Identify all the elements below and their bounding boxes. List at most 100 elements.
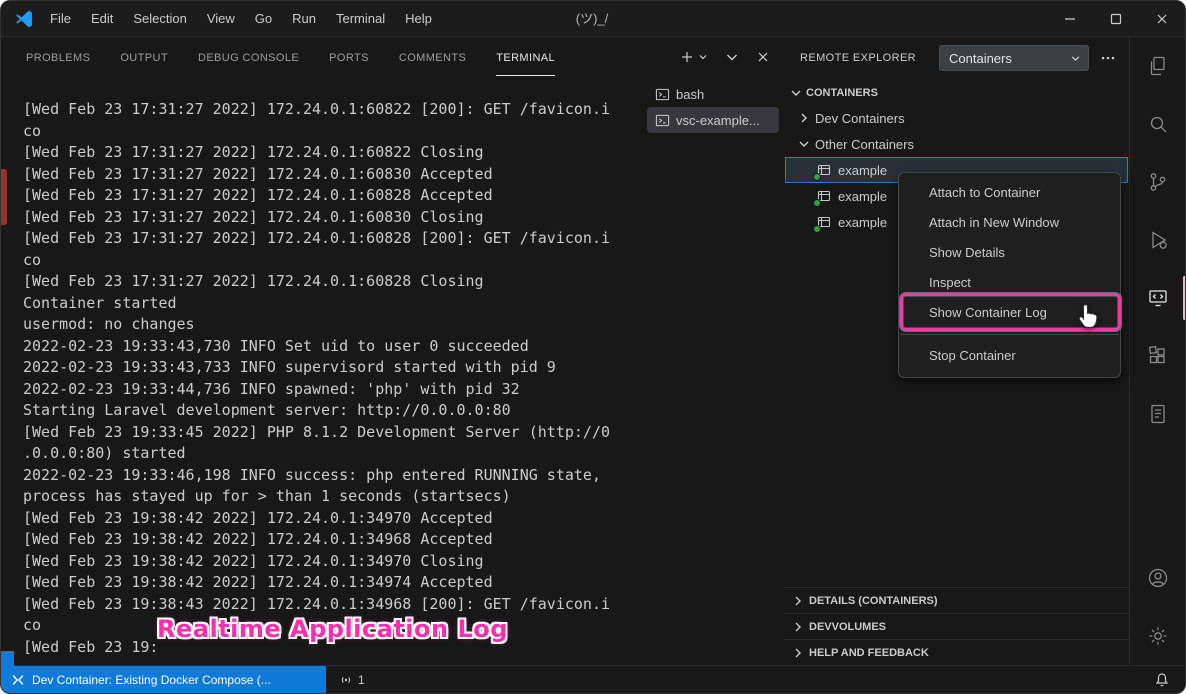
terminal-tab-vsc-example[interactable]: vsc-example... xyxy=(647,107,779,133)
source-control-icon[interactable] xyxy=(1130,153,1186,211)
window-title: (ツ)_/ xyxy=(576,1,609,37)
section-help-and-feedback[interactable]: HELP AND FEEDBACK xyxy=(784,639,1129,665)
tab-terminal[interactable]: TERMINAL xyxy=(496,39,555,76)
chevron-right-icon xyxy=(790,593,806,609)
activity-bar xyxy=(1129,37,1185,665)
container-icon xyxy=(816,188,832,204)
section-containers[interactable]: CONTAINERS xyxy=(784,81,1129,105)
menu-item-stop-container[interactable]: Stop Container xyxy=(899,341,1120,371)
running-dot-icon xyxy=(813,225,821,233)
vscode-logo-icon xyxy=(14,9,34,29)
terminal-panel: PROBLEMS OUTPUT DEBUG CONSOLE PORTS COMM… xyxy=(1,37,786,665)
running-dot-icon xyxy=(813,173,821,181)
menu-item-attach-to-container[interactable]: Attach to Container xyxy=(899,178,1120,208)
report-icon[interactable] xyxy=(1130,385,1186,443)
tab-ports[interactable]: PORTS xyxy=(329,39,369,76)
maximize-button[interactable] xyxy=(1093,1,1139,36)
tree-item-other-containers[interactable]: Other Containers xyxy=(784,131,1129,157)
container-icon xyxy=(816,214,832,230)
bottom-left-blue-marker xyxy=(1,651,14,667)
container-name: example xyxy=(838,163,887,178)
terminal-tab-label: vsc-example... xyxy=(676,113,760,128)
ports-indicator[interactable]: 1 xyxy=(339,673,365,687)
left-edge-red-marker xyxy=(1,169,7,225)
settings-gear-icon[interactable] xyxy=(1130,607,1186,665)
explorer-icon[interactable] xyxy=(1130,37,1186,95)
menu-file[interactable]: File xyxy=(40,1,81,37)
panel-chevron-down-icon xyxy=(724,49,740,65)
scope-select-value: Containers xyxy=(949,51,1012,66)
close-icon xyxy=(1154,11,1170,27)
menu-help[interactable]: Help xyxy=(395,1,442,37)
panel-header: PROBLEMS OUTPUT DEBUG CONSOLE PORTS COMM… xyxy=(1,37,785,77)
extensions-icon[interactable] xyxy=(1130,327,1186,385)
tab-problems[interactable]: PROBLEMS xyxy=(26,39,90,76)
menu-selection[interactable]: Selection xyxy=(123,1,196,37)
section-label: DEVVOLUMES xyxy=(809,621,886,633)
ports-count: 1 xyxy=(358,673,365,687)
menu-view[interactable]: View xyxy=(197,1,245,37)
bell-icon xyxy=(1154,672,1170,688)
container-icon xyxy=(816,162,832,178)
terminal-icon xyxy=(655,87,670,102)
menu-run[interactable]: Run xyxy=(282,1,326,37)
tree-item-label: Other Containers xyxy=(815,137,914,152)
chevron-down-icon xyxy=(788,85,804,101)
menubar: File Edit Selection View Go Run Terminal… xyxy=(40,1,442,37)
terminal-icon xyxy=(655,113,670,128)
tree-item-dev-containers[interactable]: Dev Containers xyxy=(784,105,1129,131)
status-bar: Dev Container: Existing Docker Compose (… xyxy=(1,665,1185,693)
minimize-button[interactable] xyxy=(1047,1,1093,36)
menu-edit[interactable]: Edit xyxy=(81,1,123,37)
panel-tabs: PROBLEMS OUTPUT DEBUG CONSOLE PORTS COMM… xyxy=(26,39,555,76)
menu-separator xyxy=(900,334,1119,335)
container-context-menu: Attach to Container Attach in New Window… xyxy=(898,172,1121,378)
panel-close-icon xyxy=(755,49,771,65)
chevron-right-icon xyxy=(796,110,812,126)
container-name: example xyxy=(838,189,887,204)
panel-actions xyxy=(679,49,771,65)
annotation-text: Realtime Application Log xyxy=(157,615,508,643)
section-devvolumes[interactable]: DEVVOLUMES xyxy=(784,613,1129,639)
window-controls xyxy=(1047,1,1185,36)
chevron-right-icon xyxy=(790,619,806,635)
chevron-down-icon xyxy=(796,136,812,152)
terminal-tab-bash[interactable]: bash xyxy=(647,81,779,107)
radio-tower-icon xyxy=(339,673,353,687)
container-name: example xyxy=(838,215,887,230)
section-details-containers[interactable]: DETAILS (CONTAINERS) xyxy=(784,587,1129,613)
tab-comments[interactable]: COMMENTS xyxy=(399,39,466,76)
sidebar-header: REMOTE EXPLORER Containers xyxy=(784,37,1129,79)
search-icon[interactable] xyxy=(1130,95,1186,153)
terminal-tab-label: bash xyxy=(676,87,704,102)
section-label: HELP AND FEEDBACK xyxy=(809,647,929,659)
close-panel-button[interactable] xyxy=(755,49,771,65)
terminal-output[interactable]: [Wed Feb 23 17:31:27 2022] 172.24.0.1:60… xyxy=(1,77,647,665)
remote-indicator[interactable]: Dev Container: Existing Docker Compose (… xyxy=(1,666,326,693)
close-button[interactable] xyxy=(1139,1,1185,36)
menu-go[interactable]: Go xyxy=(245,1,282,37)
tree-item-label: Dev Containers xyxy=(815,111,905,126)
remote-explorer-icon[interactable] xyxy=(1130,269,1186,327)
section-label: CONTAINERS xyxy=(806,87,878,99)
panel-minimize-button[interactable] xyxy=(724,49,740,65)
run-and-debug-icon[interactable] xyxy=(1130,211,1186,269)
tab-output[interactable]: OUTPUT xyxy=(120,39,168,76)
notifications-bell-button[interactable] xyxy=(1154,672,1170,688)
panel-body: [Wed Feb 23 17:31:27 2022] 172.24.0.1:60… xyxy=(1,77,785,665)
menu-terminal[interactable]: Terminal xyxy=(326,1,395,37)
new-terminal-button[interactable] xyxy=(679,49,709,65)
terminal-tab-list: bash vsc-example... xyxy=(647,77,785,665)
sidebar-bottom-sections: DETAILS (CONTAINERS) DEVVOLUMES HELP AND… xyxy=(784,587,1129,665)
minimize-icon xyxy=(1062,11,1078,27)
menu-item-attach-in-new-window[interactable]: Attach in New Window xyxy=(899,208,1120,238)
tab-debug-console[interactable]: DEBUG CONSOLE xyxy=(198,39,299,76)
section-label: DETAILS (CONTAINERS) xyxy=(809,595,938,607)
remote-scope-select[interactable]: Containers xyxy=(939,45,1089,71)
sidebar-title: REMOTE EXPLORER xyxy=(800,52,916,64)
more-actions-icon xyxy=(1100,50,1116,66)
menu-item-show-details[interactable]: Show Details xyxy=(899,238,1120,268)
accounts-icon[interactable] xyxy=(1130,549,1186,607)
maximize-icon xyxy=(1108,11,1124,27)
more-actions-button[interactable] xyxy=(1097,50,1119,66)
